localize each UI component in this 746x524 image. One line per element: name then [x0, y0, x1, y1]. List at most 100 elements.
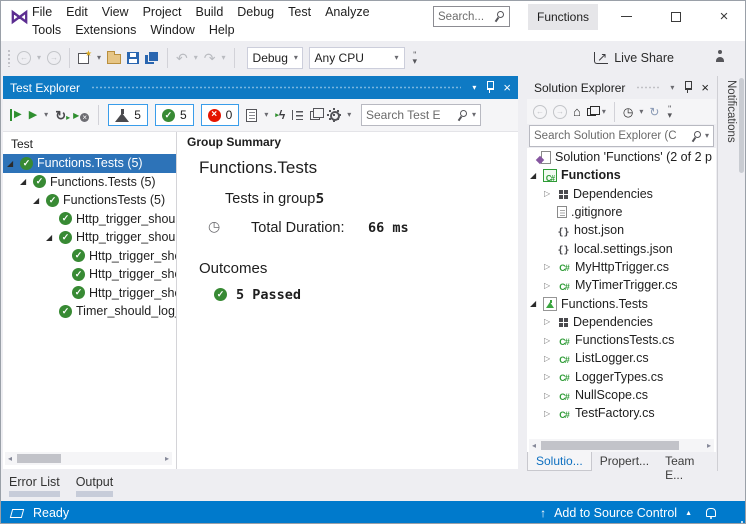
failed-tests-filter-button[interactable]: 0: [201, 104, 240, 126]
pin-icon[interactable]: [485, 81, 494, 94]
expander-icon[interactable]: [530, 299, 543, 308]
scroll-right-icon[interactable]: ▸: [704, 441, 714, 450]
test-tree-row[interactable]: Http_trigger_shoul: [3, 228, 176, 247]
minimize-button[interactable]: [611, 3, 641, 30]
tab-solutio[interactable]: Solutio...: [527, 452, 592, 471]
feedback-button[interactable]: [714, 50, 727, 65]
source-control-button[interactable]: ↑ Add to Source Control ▲: [540, 506, 715, 520]
solution-horizontal-scrollbar[interactable]: ◂ ▸: [529, 439, 714, 452]
menu-analyze[interactable]: Analyze: [318, 5, 376, 19]
navigate-forward-icon[interactable]: →: [553, 105, 567, 119]
expander-icon[interactable]: [7, 159, 20, 168]
close-window-button[interactable]: ×: [709, 3, 739, 30]
tab-propert[interactable]: Propert...: [592, 452, 657, 471]
cancel-test-run-icon[interactable]: [73, 109, 89, 122]
solution-tree-row[interactable]: local.settings.json: [527, 239, 716, 257]
test-settings-gear-icon[interactable]: [327, 109, 340, 122]
solution-tree-row[interactable]: MyTimerTrigger.cs: [527, 276, 716, 294]
undo-icon[interactable]: ↶: [176, 51, 188, 65]
panel-drag-grip[interactable]: [636, 85, 659, 90]
test-tree-row[interactable]: Http_trigger_sho: [3, 284, 176, 303]
solution-explorer-titlebar[interactable]: Solution Explorer ▾ ×: [527, 76, 716, 99]
expander-icon[interactable]: [544, 391, 557, 400]
toolbar-grip[interactable]: [7, 49, 11, 67]
menu-test[interactable]: Test: [281, 5, 318, 19]
redo-icon[interactable]: ↷: [204, 51, 216, 65]
menu-view[interactable]: View: [95, 5, 136, 19]
scroll-right-icon[interactable]: ▸: [162, 454, 172, 463]
navigate-back-icon[interactable]: ←: [17, 51, 31, 65]
window-position-dropdown-icon[interactable]: ▾: [472, 84, 476, 92]
test-tree-row[interactable]: FunctionsTests (5): [3, 191, 176, 210]
test-tree-row[interactable]: Http_trigger_shoul: [3, 210, 176, 229]
solution-tree-row[interactable]: LoggerTypes.cs: [527, 368, 716, 386]
tab-teame[interactable]: Team E...: [657, 452, 716, 471]
test-tree-row[interactable]: Functions.Tests (5): [3, 154, 176, 173]
pin-icon[interactable]: [683, 81, 692, 94]
live-share-button[interactable]: ↗ Live Share: [594, 51, 674, 65]
expander-icon[interactable]: [20, 177, 33, 186]
solution-tree-row[interactable]: MyHttpTrigger.cs: [527, 258, 716, 276]
quick-launch-search[interactable]: Search...: [433, 6, 510, 27]
group-by-icon[interactable]: [292, 110, 303, 120]
test-column-header[interactable]: Test: [3, 132, 176, 154]
solution-tree-row[interactable]: TestFactory.cs: [527, 404, 716, 422]
expander-icon[interactable]: [544, 336, 557, 345]
solution-tree-row[interactable]: Solution 'Functions' (2 of 2 p: [527, 148, 716, 166]
menu-window[interactable]: Window: [143, 23, 201, 37]
notifications-bell-icon[interactable]: [706, 508, 715, 519]
solution-tree-row[interactable]: .gitignore: [527, 203, 716, 221]
expander-icon[interactable]: [544, 409, 557, 418]
redo-dropdown-icon[interactable]: ▾: [222, 54, 226, 62]
repeat-last-run-icon[interactable]: ↻: [55, 109, 66, 122]
test-tree-row[interactable]: Http_trigger_sho: [3, 247, 176, 266]
run-tests-icon[interactable]: ▶: [29, 109, 37, 121]
navigate-forward-icon[interactable]: →: [47, 51, 61, 65]
expander-icon[interactable]: [544, 189, 557, 198]
solution-tree-row[interactable]: Functions: [527, 166, 716, 184]
menu-extensions[interactable]: Extensions: [68, 23, 143, 37]
menu-help[interactable]: Help: [202, 23, 242, 37]
scroll-left-icon[interactable]: ◂: [5, 454, 15, 463]
test-tree-row[interactable]: Timer_should_log_: [3, 302, 176, 321]
switch-views-dropdown-icon[interactable]: ▾: [602, 108, 606, 116]
test-tree-horizontal-scrollbar[interactable]: ◂ ▸: [5, 452, 172, 465]
run-dropdown-icon[interactable]: ▾: [44, 111, 48, 119]
solution-tree-row[interactable]: Functions.Tests: [527, 294, 716, 312]
new-project-dropdown-icon[interactable]: ▾: [97, 54, 101, 62]
scrollbar-thumb[interactable]: [541, 441, 679, 450]
menu-edit[interactable]: Edit: [59, 5, 95, 19]
scroll-left-icon[interactable]: ◂: [529, 441, 539, 450]
sync-with-active-document-icon[interactable]: ↻: [649, 106, 659, 118]
passed-tests-filter-button[interactable]: 5: [155, 104, 194, 126]
close-panel-icon[interactable]: ×: [503, 81, 511, 94]
open-folder-icon[interactable]: [107, 54, 121, 64]
layout-options-icon[interactable]: [310, 111, 320, 120]
expander-icon[interactable]: [544, 372, 557, 381]
expander-icon[interactable]: [530, 171, 543, 180]
solution-tree-row[interactable]: FunctionsTests.cs: [527, 331, 716, 349]
solution-tree-row[interactable]: host.json: [527, 221, 716, 239]
switch-views-icon[interactable]: [587, 108, 596, 116]
tab-error-list[interactable]: Error List: [9, 475, 60, 497]
filter-dropdown-icon[interactable]: ▾: [639, 108, 643, 116]
notifications-tab[interactable]: Notifications: [725, 80, 737, 143]
toolbar-overflow-button[interactable]: ''▾: [413, 52, 418, 64]
menu-file[interactable]: File: [25, 5, 59, 19]
solution-tree-row[interactable]: ListLogger.cs: [527, 349, 716, 367]
panel-drag-grip[interactable]: [91, 85, 461, 90]
platform-dropdown[interactable]: Any CPU ▾: [309, 47, 405, 69]
pending-changes-filter-icon[interactable]: ◷: [623, 106, 633, 118]
solution-tree-row[interactable]: Dependencies: [527, 313, 716, 331]
solution-tree-row[interactable]: Dependencies: [527, 185, 716, 203]
test-explorer-titlebar[interactable]: Test Explorer ▾ ×: [3, 76, 518, 99]
save-icon[interactable]: [127, 52, 139, 64]
scrollbar-thumb[interactable]: [17, 454, 61, 463]
home-icon[interactable]: ⌂: [573, 105, 581, 118]
expander-icon[interactable]: [544, 317, 557, 326]
maximize-button[interactable]: [661, 3, 691, 30]
playlist-dropdown-icon[interactable]: ▾: [264, 111, 268, 119]
test-tree-row[interactable]: Functions.Tests (5): [3, 173, 176, 192]
settings-dropdown-icon[interactable]: ▾: [347, 111, 351, 119]
test-search-box[interactable]: Search Test E ▾: [361, 104, 481, 126]
